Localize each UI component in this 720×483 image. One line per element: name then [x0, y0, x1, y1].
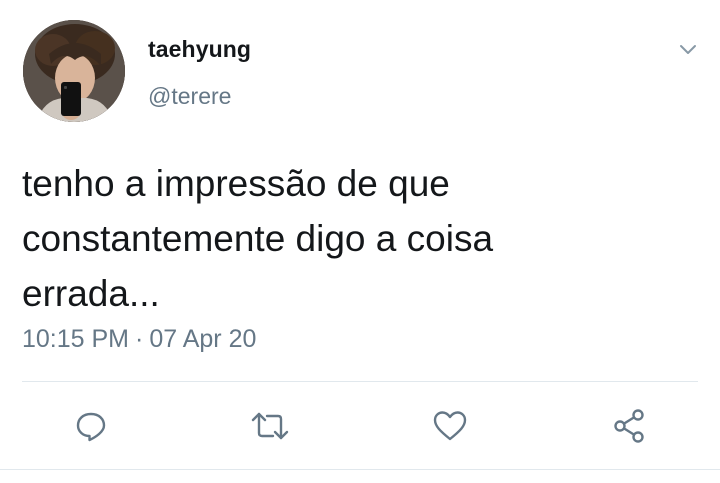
retweet-button[interactable] [250, 406, 290, 446]
bottom-divider [0, 469, 720, 470]
avatar[interactable] [23, 20, 125, 122]
tweet-date: 07 Apr 20 [149, 325, 257, 353]
like-button[interactable] [430, 406, 470, 446]
retweet-icon [251, 412, 289, 440]
avatar-image [23, 20, 125, 122]
heart-icon [433, 411, 467, 441]
meta-separator: · [135, 325, 144, 353]
user-handle[interactable]: @terere [148, 83, 231, 110]
display-name[interactable]: taehyung [148, 36, 251, 63]
reply-icon [76, 412, 106, 442]
tweet-text: tenho a impressão de que constantemente … [22, 156, 682, 321]
tweet-text-line: errada... [22, 273, 160, 314]
reply-button[interactable] [71, 406, 111, 446]
tweet-timestamp[interactable]: 10:15 PM · 07 Apr 20 [22, 325, 256, 354]
divider [22, 381, 698, 382]
tweet-text-line: constantemente digo a coisa [22, 218, 494, 259]
tweet-text-line: tenho a impressão de que [22, 163, 450, 204]
share-button[interactable] [609, 406, 649, 446]
tweet-card: taehyung @terere tenho a impressão de qu… [0, 0, 720, 483]
tweet-time: 10:15 PM [22, 325, 130, 353]
chevron-down-icon[interactable] [676, 38, 700, 62]
share-icon [614, 409, 644, 443]
